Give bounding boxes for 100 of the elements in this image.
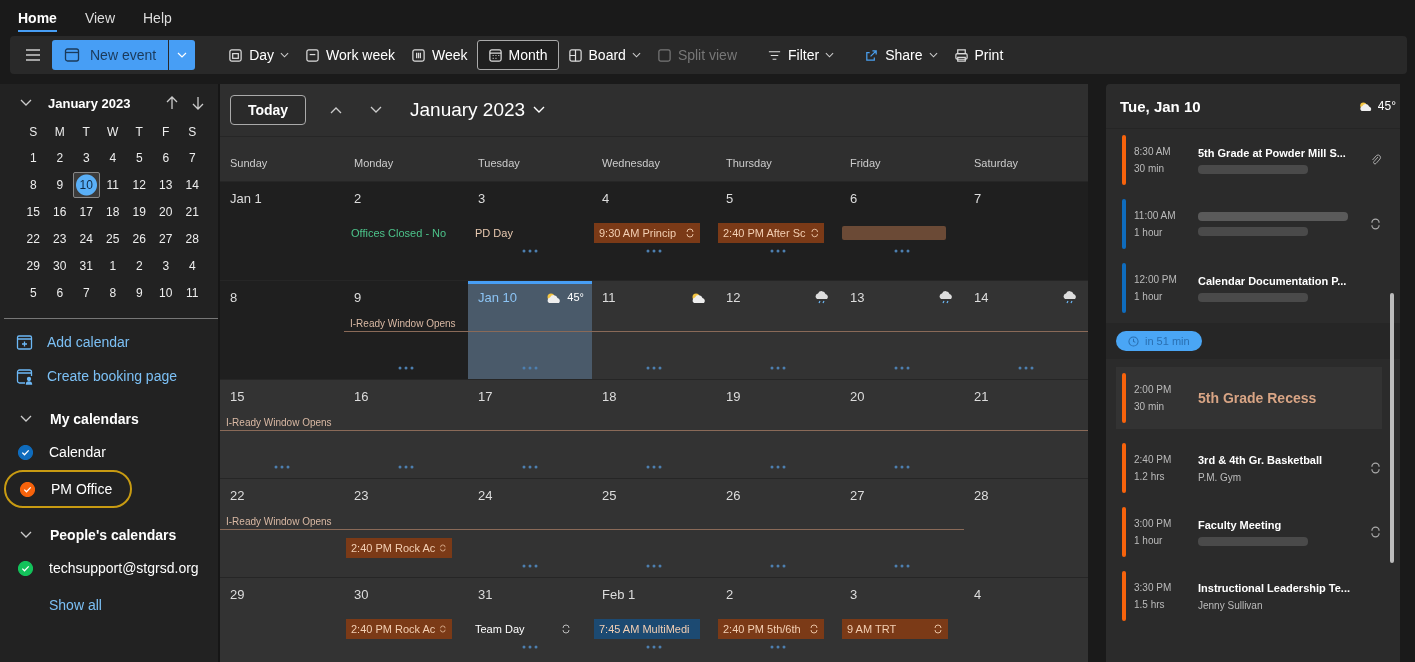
date-button[interactable]: 1 [20, 145, 47, 171]
more-icon[interactable] [646, 249, 662, 253]
sidebar-link[interactable]: Create booking page [47, 368, 177, 384]
date-button[interactable]: 13 [152, 172, 179, 198]
date-button[interactable]: 3 [152, 253, 179, 279]
checkbox-icon[interactable] [18, 444, 33, 460]
more-icon[interactable] [1018, 366, 1034, 370]
day-cell[interactable]: Jan 10 45° [468, 281, 592, 379]
day-cell[interactable]: 9 I-Ready Window Opens [344, 281, 468, 379]
more-icon[interactable] [398, 465, 414, 469]
date-button[interactable]: 11 [99, 172, 126, 198]
chevron-icon[interactable] [20, 531, 32, 539]
chevron-down-icon[interactable] [370, 106, 382, 114]
date-button[interactable]: 10 [73, 172, 100, 198]
checkbox-icon[interactable] [20, 481, 35, 497]
more-icon[interactable] [770, 465, 786, 469]
date-button[interactable]: 22 [20, 226, 47, 252]
toolbar-button[interactable]: Work week [298, 40, 403, 70]
more-icon[interactable] [646, 564, 662, 568]
multi-day-event[interactable]: I-Ready Window Opens [226, 416, 332, 428]
event-chip[interactable]: 2:40 PM Rock Ac [346, 538, 452, 558]
day-cell[interactable]: 3 PD Day [468, 182, 592, 280]
event-chip[interactable]: 2:40 PM 5th/6th [718, 619, 824, 639]
chevron-icon[interactable] [20, 415, 32, 423]
show-all-link[interactable]: Show all [0, 585, 218, 613]
chevron-down-icon[interactable] [20, 99, 32, 107]
event-chip[interactable]: 2:40 PM After Sc [718, 223, 824, 243]
day-cell[interactable]: Feb 1 7:45 AM MultiMedi [592, 578, 716, 662]
date-button[interactable]: 18 [99, 199, 126, 225]
more-icon[interactable] [274, 465, 290, 469]
date-button[interactable]: 6 [46, 280, 73, 306]
day-cell[interactable]: 25 [592, 479, 716, 577]
menu-tab[interactable]: Home [18, 10, 57, 32]
toolbar-button[interactable]: Day [221, 40, 297, 70]
day-cell[interactable]: 7 [964, 182, 1088, 280]
more-icon[interactable] [522, 366, 538, 370]
event-chip[interactable]: 7:45 AM MultiMedi [594, 619, 700, 639]
current-event-card[interactable]: 2:00 PM 30 min 5th Grade Recess [1116, 367, 1382, 429]
date-button[interactable]: 27 [152, 226, 179, 252]
date-button[interactable]: 26 [126, 226, 153, 252]
date-button[interactable]: 9 [126, 280, 153, 306]
event-title[interactable]: 5th Grade Recess [1198, 390, 1317, 406]
more-icon[interactable] [894, 249, 910, 253]
day-cell[interactable]: 26 [716, 479, 840, 577]
date-button[interactable]: 8 [20, 172, 47, 198]
day-cell[interactable]: 29 [220, 578, 344, 662]
event-chip[interactable]: 9 AM TRT [842, 619, 948, 639]
event-chip[interactable]: 2:40 PM Rock Ac [346, 619, 452, 639]
new-event-button[interactable]: New event [52, 40, 169, 70]
day-cell[interactable]: 22 I-Ready Window Opens [220, 479, 344, 577]
date-button[interactable]: 15 [20, 199, 47, 225]
day-cell[interactable]: 13 [840, 281, 964, 379]
date-button[interactable]: 7 [73, 280, 100, 306]
event-entry[interactable]: Team Day [470, 619, 576, 639]
more-icon[interactable] [770, 645, 786, 649]
checkbox-icon[interactable] [18, 560, 33, 576]
day-cell[interactable]: 5 2:40 PM After Sc [716, 182, 840, 280]
arrow-down-icon[interactable] [192, 96, 204, 110]
event-entry[interactable]: PD Day [470, 223, 576, 243]
day-cell[interactable]: 31 Team Day [468, 578, 592, 662]
chevron-up-icon[interactable] [330, 106, 342, 114]
menu-tab[interactable]: View [84, 10, 115, 32]
more-icon[interactable] [398, 366, 414, 370]
toolbar-button[interactable]: Board [560, 40, 648, 70]
more-icon[interactable] [522, 645, 538, 649]
date-button[interactable]: 5 [20, 280, 47, 306]
event-title[interactable]: Calendar Documentation P... [1198, 274, 1347, 287]
day-cell[interactable]: 24 [468, 479, 592, 577]
more-icon[interactable] [770, 366, 786, 370]
month-picker[interactable]: January 2023 [410, 99, 546, 121]
day-cell[interactable]: Jan 1 [220, 182, 344, 280]
day-cell[interactable]: 11 [592, 281, 716, 379]
date-button[interactable]: 10 [152, 280, 179, 306]
date-button[interactable]: 20 [152, 199, 179, 225]
date-button[interactable]: 30 [46, 253, 73, 279]
event-title[interactable]: Instructional Leadership Te... [1198, 581, 1350, 594]
more-icon[interactable] [646, 645, 662, 649]
event-entry[interactable]: Offices Closed - No [346, 223, 452, 243]
toolbar-button[interactable]: Month [476, 40, 559, 70]
more-icon[interactable] [646, 465, 662, 469]
day-cell[interactable]: 15 I-Ready Window Opens [220, 380, 344, 478]
date-button[interactable]: 21 [179, 199, 206, 225]
more-icon[interactable] [770, 564, 786, 568]
day-cell[interactable]: 3 9 AM TRT [840, 578, 964, 662]
toolbar-button[interactable]: Filter [760, 40, 842, 70]
day-cell[interactable]: 2 Offices Closed - No [344, 182, 468, 280]
date-button[interactable]: 1 [99, 253, 126, 279]
date-button[interactable]: 2 [126, 253, 153, 279]
date-button[interactable]: 16 [46, 199, 73, 225]
more-icon[interactable] [522, 564, 538, 568]
calendar-name[interactable]: Calendar [49, 444, 106, 460]
day-cell[interactable]: 21 [964, 380, 1088, 478]
date-button[interactable]: 3 [73, 145, 100, 171]
date-button[interactable]: 5 [126, 145, 153, 171]
more-icon[interactable] [522, 465, 538, 469]
toolbar-button[interactable]: Share [857, 40, 945, 70]
arrow-up-icon[interactable] [166, 96, 178, 110]
date-button[interactable]: 29 [20, 253, 47, 279]
day-cell[interactable]: 6 [840, 182, 964, 280]
date-button[interactable]: 17 [73, 199, 100, 225]
